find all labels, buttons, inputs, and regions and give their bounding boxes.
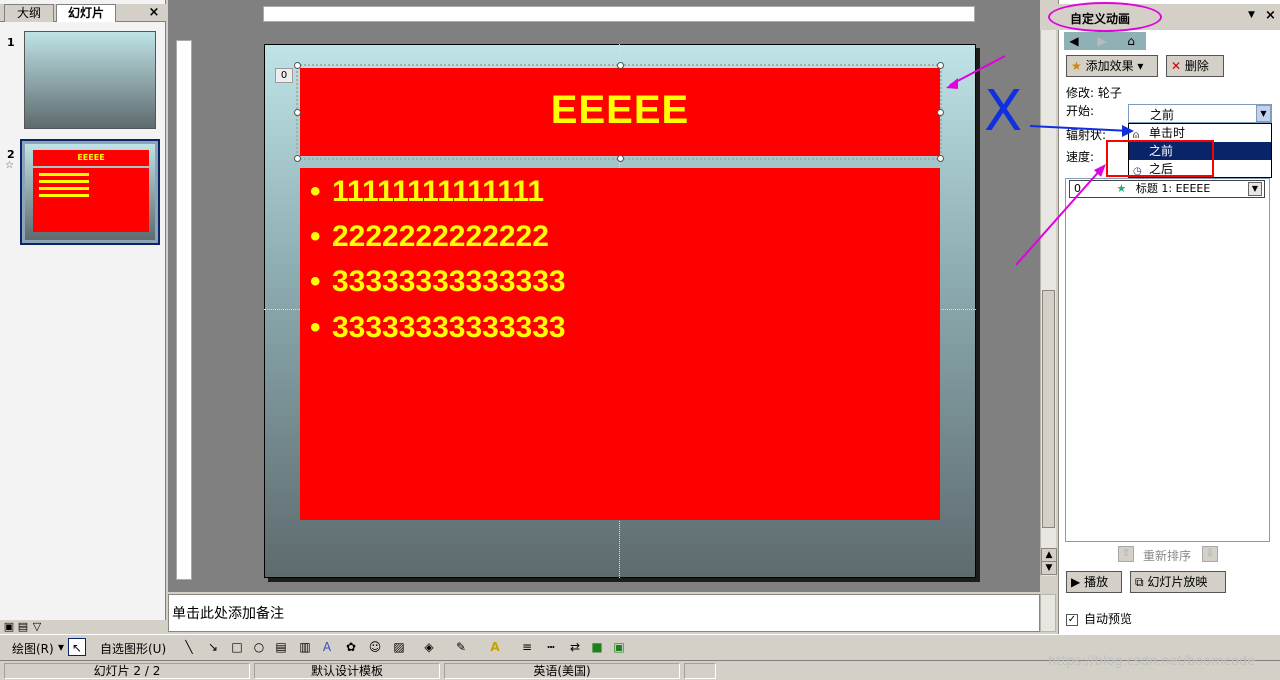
status-slide-position: 幻灯片 2 / 2	[4, 663, 250, 679]
line-icon[interactable]: ╲	[180, 638, 198, 656]
status-language: 英语(美国)	[444, 663, 680, 679]
font-color-icon[interactable]: A	[486, 638, 504, 656]
autoshapes-menu[interactable]: 自选图形(U)	[100, 640, 166, 657]
clipart-icon[interactable]: ☺	[366, 638, 384, 656]
chevron-down-icon[interactable]: ▾	[58, 640, 64, 654]
vertical-textbox-icon[interactable]: ▥	[296, 638, 314, 656]
shadow-icon[interactable]: ■	[588, 638, 606, 656]
fill-color-icon[interactable]: ◈	[420, 638, 438, 656]
wordart-icon[interactable]: A	[318, 638, 336, 656]
picture-icon[interactable]: ▨	[390, 638, 408, 656]
diagram-icon[interactable]: ✿	[342, 638, 360, 656]
3d-icon[interactable]: ▣	[610, 638, 628, 656]
rectangle-icon[interactable]: □	[228, 638, 246, 656]
draw-menu[interactable]: 绘图(R)	[12, 640, 54, 657]
line-style-icon[interactable]: ≡	[518, 638, 536, 656]
annotation-x-mark: X	[984, 79, 1023, 144]
annotation-overlay	[946, 55, 1134, 266]
select-pointer-icon[interactable]: ↖	[68, 638, 86, 656]
arrow-icon[interactable]: ↘	[204, 638, 222, 656]
line-color-icon[interactable]: ✎	[452, 638, 470, 656]
status-spell	[684, 663, 716, 679]
watermark: https://blog.csdn.net/boomcode	[1048, 654, 1256, 669]
textbox-icon[interactable]: ▤	[272, 638, 290, 656]
arrow-style-icon[interactable]: ⇄	[566, 638, 584, 656]
oval-icon[interactable]: ○	[250, 638, 268, 656]
dash-style-icon[interactable]: ┅	[542, 638, 560, 656]
status-template: 默认设计模板	[254, 663, 440, 679]
